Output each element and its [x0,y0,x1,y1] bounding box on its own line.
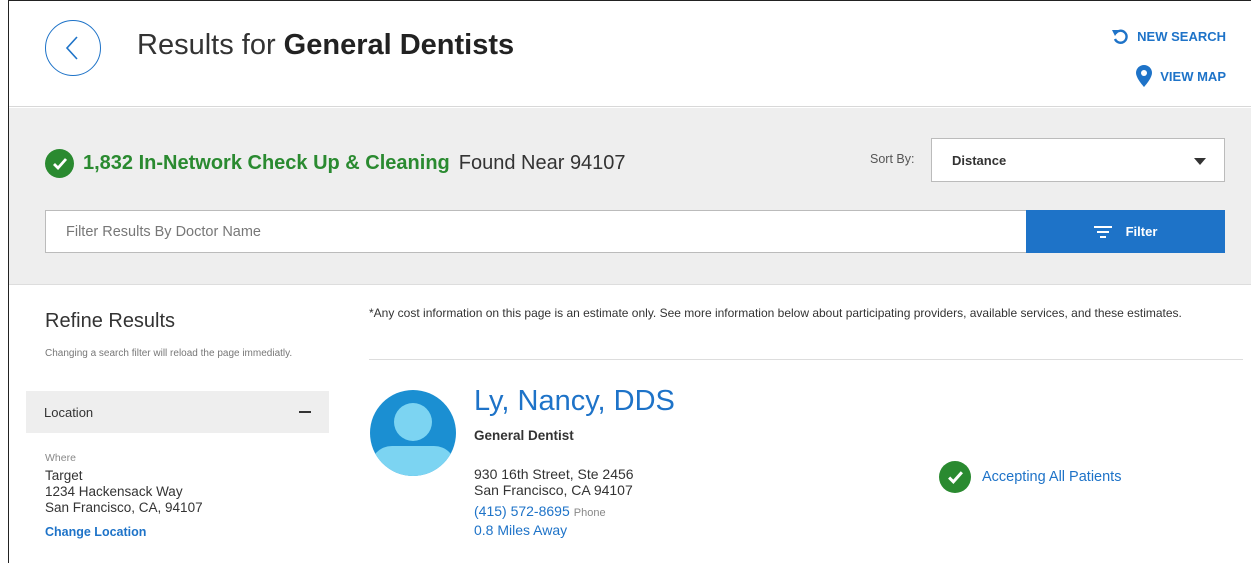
page-title: Results for General Dentists [137,29,514,62]
doctor-distance-link[interactable]: 0.8 Miles Away [474,522,567,538]
address-line: 1234 Hackensack Way [45,484,183,499]
page-header: Results for General Dentists NEW SEARCH … [9,1,1251,107]
accepting-patients-status: Accepting All Patients [939,461,1121,493]
new-search-label: NEW SEARCH [1137,28,1226,44]
doctor-phone-link[interactable]: (415) 572-8695 Phone [474,503,606,519]
accepting-patients-label[interactable]: Accepting All Patients [982,469,1121,485]
location-filter-header[interactable]: Location [26,391,329,433]
doctor-name-filter-input[interactable] [45,210,1026,253]
doctor-specialty: General Dentist [474,428,574,443]
change-location-link[interactable]: Change Location [45,525,146,539]
doctor-address: 930 16th Street, Ste 2456 San Francisco,… [474,466,634,498]
location-filter-label: Location [44,405,94,420]
check-circle-icon [45,149,74,178]
refine-results-heading: Refine Results [45,310,176,332]
avatar-body-shape [370,446,456,476]
avatar-head-shape [394,403,432,441]
found-near-text: Found Near 94107 [458,152,626,174]
back-button[interactable] [45,20,101,76]
doctor-address-line: San Francisco, CA 94107 [474,482,633,498]
search-summary-band: 1,832 In-Network Check Up & Cleaning Fou… [9,108,1251,285]
divider [369,359,1243,360]
address-line: San Francisco, CA, 94107 [45,500,203,515]
doctor-name-link[interactable]: Ly, Nancy, DDS [474,385,675,418]
chevron-left-icon [65,36,78,60]
filter-button[interactable]: Filter [1026,210,1225,253]
results-count: 1,832 In-Network Check Up & Cleaning Fou… [45,149,626,178]
sort-select[interactable]: Distance [931,138,1225,182]
cost-disclaimer: *Any cost information on this page is an… [369,306,1182,320]
view-map-label: VIEW MAP [1160,68,1226,84]
doctor-phone-number: (415) 572-8695 [474,503,570,519]
where-label: Where [45,452,76,464]
map-pin-icon [1136,65,1153,87]
doctor-address-line: 930 16th Street, Ste 2456 [474,466,634,482]
sort-select-value: Distance [952,153,1007,168]
in-network-count: 1,832 In-Network Check Up & Cleaning [83,152,450,174]
new-search-link[interactable]: NEW SEARCH [1111,27,1226,45]
page-title-specialty: General Dentists [283,29,515,61]
refine-results-note: Changing a search filter will reload the… [45,348,293,359]
caret-down-icon [1194,158,1206,165]
check-circle-icon [939,461,971,493]
results-page: Results for General Dentists NEW SEARCH … [8,0,1251,563]
doctor-avatar [370,390,456,476]
collapse-minus-icon [299,411,311,413]
refresh-icon [1112,29,1128,44]
filter-button-label: Filter [1125,224,1158,239]
search-location-address: Target 1234 Hackensack Way San Francisco… [45,468,203,516]
page-title-prefix: Results for [137,29,276,61]
sort-by-label: Sort By: [870,152,915,166]
view-map-link[interactable]: VIEW MAP [1136,65,1226,87]
address-line: Target [45,468,83,483]
phone-label: Phone [573,507,606,519]
filter-lines-icon [1093,225,1112,238]
